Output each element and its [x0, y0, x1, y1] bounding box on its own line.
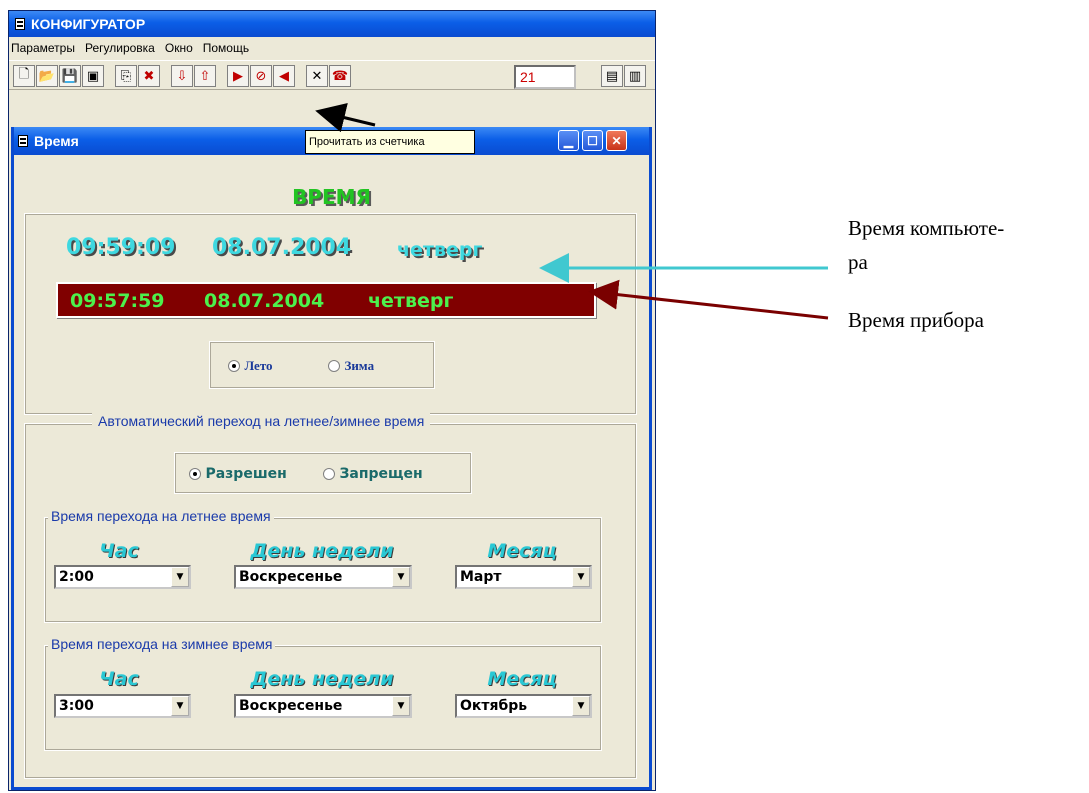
tooltip-pointer-arrow	[315, 103, 376, 133]
annotation-computer-time-line2: ра	[848, 250, 868, 274]
annotation-computer-time-line1: Время компьюте-	[848, 216, 1005, 240]
annotation-device-time: Время прибора	[848, 308, 985, 332]
device-time-arrow	[588, 279, 829, 320]
annotation-arrows	[315, 103, 829, 320]
